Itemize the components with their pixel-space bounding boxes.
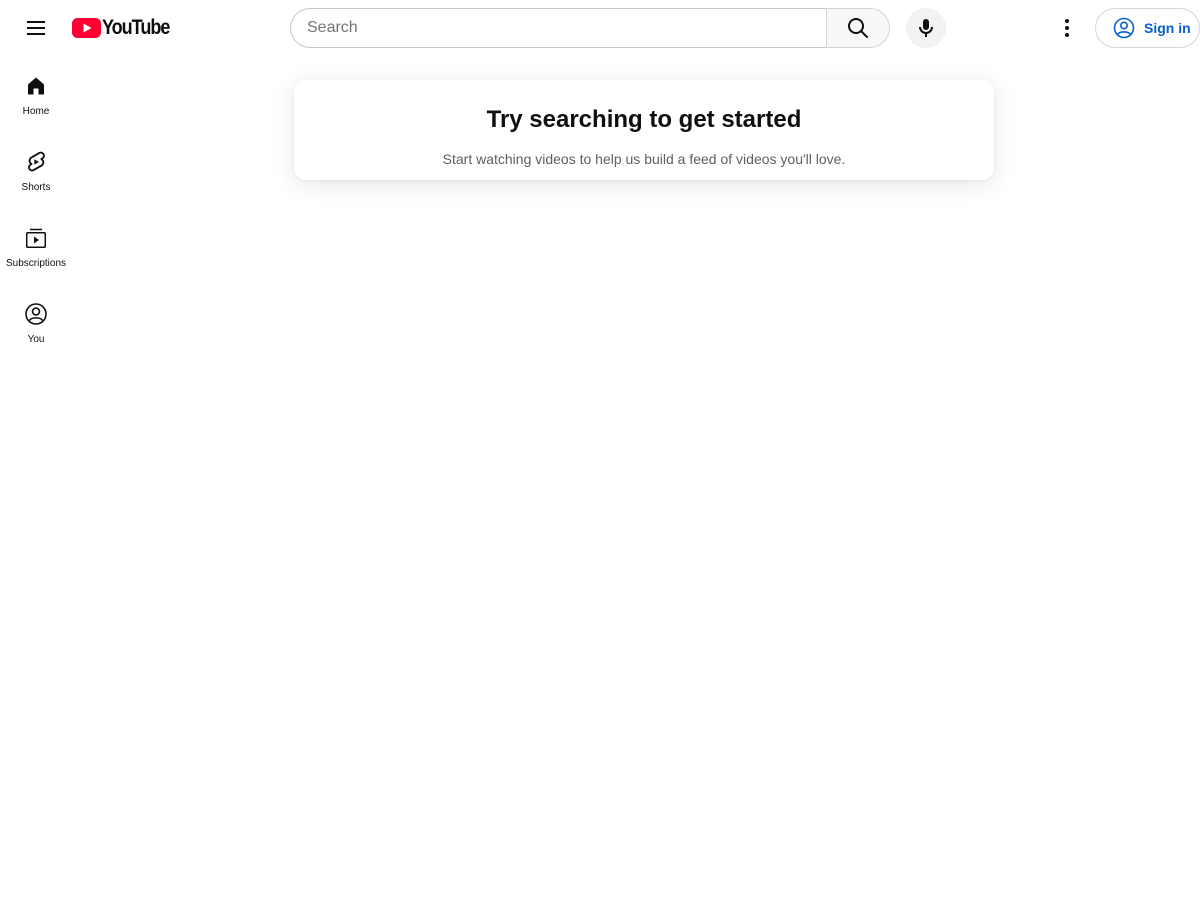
search-icon bbox=[848, 18, 868, 38]
sign-in-button[interactable]: Sign in bbox=[1095, 8, 1200, 48]
youtube-logo[interactable]: YouTube bbox=[72, 16, 180, 40]
account-circle-icon bbox=[1113, 17, 1135, 39]
sidebar-item-label: Home bbox=[22, 106, 50, 117]
sidebar-item-shorts[interactable]: Shorts bbox=[4, 132, 68, 206]
search-input[interactable] bbox=[291, 9, 827, 47]
shorts-icon bbox=[28, 151, 45, 172]
feed-nudge-card: Try searching to get started Start watch… bbox=[294, 80, 994, 180]
microphone-icon bbox=[919, 19, 933, 37]
subscriptions-icon bbox=[26, 228, 46, 248]
sidebar-item-label: Subscriptions bbox=[5, 258, 67, 269]
hamburger-menu-icon bbox=[27, 21, 45, 35]
masthead: YouTube Sign in bbox=[0, 0, 1200, 56]
sidebar-item-subscriptions[interactable]: Subscriptions bbox=[4, 208, 68, 282]
feed-nudge-subtitle: Start watching videos to help us build a… bbox=[442, 151, 846, 167]
guide-menu-button[interactable] bbox=[16, 8, 56, 48]
sidebar-item-home[interactable]: Home bbox=[4, 56, 68, 130]
sidebar-item-label: Shorts bbox=[21, 182, 51, 193]
search-button[interactable] bbox=[826, 8, 890, 48]
voice-search-button[interactable] bbox=[906, 8, 946, 48]
youtube-play-logo-icon bbox=[72, 18, 101, 38]
feed-nudge-title: Try searching to get started bbox=[486, 106, 802, 133]
sign-in-label: Sign in bbox=[1144, 20, 1191, 36]
account-icon bbox=[25, 303, 47, 325]
search-box bbox=[290, 8, 827, 48]
logo-text: YouTube bbox=[102, 16, 170, 39]
vertical-dots-icon bbox=[1065, 19, 1069, 37]
settings-more-button[interactable] bbox=[1047, 8, 1087, 48]
sidebar-item-you[interactable]: You bbox=[4, 284, 68, 358]
mini-guide-sidebar: Home Shorts Subscriptions You bbox=[4, 56, 68, 360]
sidebar-item-label: You bbox=[27, 334, 45, 345]
home-icon bbox=[28, 77, 44, 95]
